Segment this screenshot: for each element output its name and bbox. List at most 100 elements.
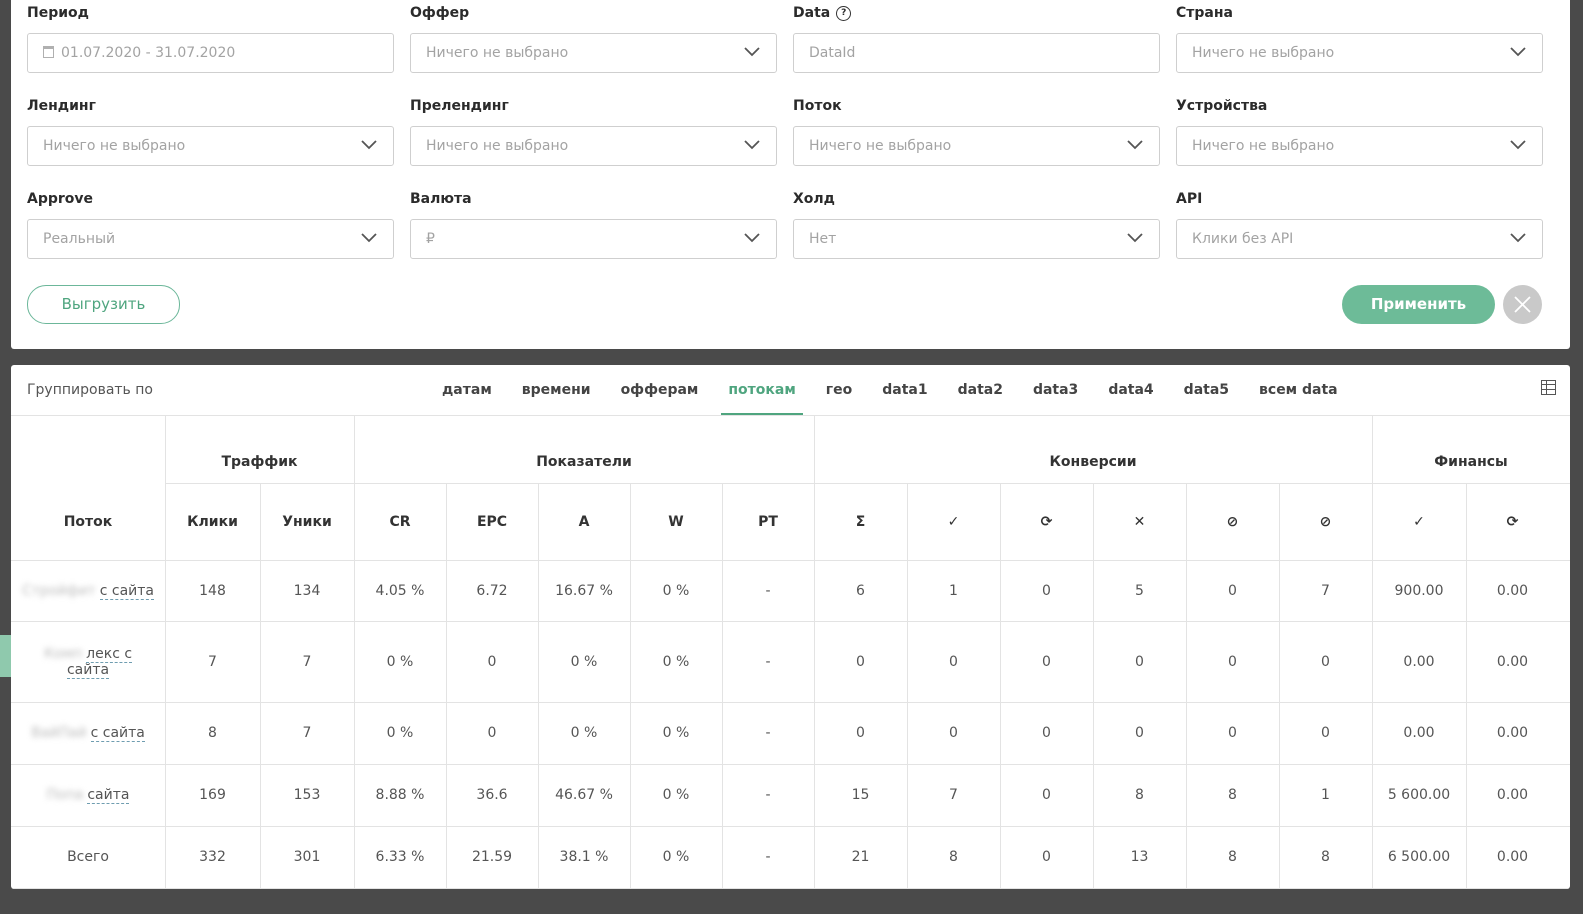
stream-name-redacted: Стройфит — [22, 582, 96, 599]
table-cell: 7 — [302, 725, 312, 741]
tab-5[interactable]: data1 — [875, 365, 934, 415]
prelanding-select[interactable]: Ничего не выбрано — [410, 126, 777, 166]
offer-select[interactable]: Ничего не выбрано — [410, 33, 777, 73]
group-by-label: Группировать по — [27, 382, 153, 398]
column-clicks[interactable]: Клики — [165, 483, 260, 560]
column-fin-hold-icon[interactable]: ⟳ — [1466, 483, 1559, 560]
table-cell: 7 — [949, 787, 958, 803]
table-settings-icon[interactable] — [1541, 380, 1556, 395]
data-input[interactable]: DataId — [793, 33, 1160, 73]
table-cell: 4.05 % — [375, 582, 425, 599]
table-cell: 900.00 — [1394, 582, 1444, 599]
table-cell: 0 — [1228, 653, 1237, 670]
stream-name-link[interactable]: сайта — [87, 787, 130, 804]
table-cell: - — [765, 582, 771, 599]
table-cell: 8 — [208, 725, 217, 741]
chevron-down-icon — [1127, 233, 1143, 243]
tab-4[interactable]: гео — [819, 365, 859, 415]
table-cell: 0 — [1135, 725, 1144, 741]
country-filter: Страна Ничего не выбрано — [1176, 3, 1543, 73]
total-cell: 8 — [1321, 849, 1330, 865]
stream-name-cell[interactable]: Стройфит с сайта — [21, 560, 155, 621]
total-cell: - — [765, 849, 771, 865]
column-a[interactable]: A — [538, 483, 630, 560]
tab-10[interactable]: всем data — [1252, 365, 1345, 415]
column-w[interactable]: W — [630, 483, 722, 560]
currency-label: Валюта — [410, 191, 472, 207]
table-cell: 1 — [949, 582, 958, 599]
stream-name-cell[interactable]: ВайПай с сайта — [21, 702, 155, 764]
tab-6[interactable]: data2 — [951, 365, 1010, 415]
chevron-down-icon — [1510, 47, 1526, 57]
column-pt[interactable]: PT — [722, 483, 814, 560]
table-cell: 0 % — [570, 653, 598, 670]
column-cr[interactable]: CR — [354, 483, 446, 560]
stream-name-cell[interactable]: Попа сайта — [21, 764, 155, 826]
table-cell: 0 — [1042, 725, 1051, 741]
column-stream[interactable]: Поток — [11, 483, 165, 560]
tab-7[interactable]: data3 — [1026, 365, 1085, 415]
table-cell: 0 — [1228, 582, 1237, 599]
table-cell: 36.6 — [476, 787, 508, 803]
offer-value: Ничего не выбрано — [426, 45, 569, 61]
table-cell: 0 % — [662, 725, 690, 741]
column-sum-icon[interactable]: Σ — [814, 483, 907, 560]
calendar-icon — [43, 46, 54, 58]
table-cell: 0.00 — [1403, 653, 1435, 670]
chevron-down-icon — [1127, 140, 1143, 150]
hold-select[interactable]: Нет — [793, 219, 1160, 259]
tab-2[interactable]: офферам — [614, 365, 706, 415]
table-cell: 0 — [1135, 653, 1144, 670]
table-cell: 0 — [1228, 725, 1237, 741]
approve-select[interactable]: Реальный — [27, 219, 394, 259]
hold-value: Нет — [809, 231, 837, 247]
stream-filter: Поток Ничего не выбрано — [793, 96, 1160, 166]
column-canceled-icon[interactable]: ⊘ — [1279, 483, 1372, 560]
stream-name-link[interactable]: с сайта — [99, 582, 154, 600]
side-tab[interactable] — [0, 635, 11, 677]
table-cell: 0 % — [386, 653, 414, 670]
help-icon[interactable]: ? — [836, 5, 852, 21]
table-cell: 0 — [1321, 653, 1330, 670]
landing-select[interactable]: Ничего не выбрано — [27, 126, 394, 166]
tab-3[interactable]: потокам — [721, 365, 804, 415]
tab-0[interactable]: датам — [435, 365, 499, 415]
column-trash-icon[interactable]: ⊘ — [1186, 483, 1279, 560]
stream-name: Попа сайта — [47, 787, 130, 804]
chevron-down-icon — [1510, 233, 1526, 243]
table-cell: 8 — [1135, 787, 1144, 803]
table-cell: 0 — [1321, 725, 1330, 741]
table-cell: 0 — [856, 725, 865, 741]
offer-label: Оффер — [410, 5, 470, 21]
country-select[interactable]: Ничего не выбрано — [1176, 33, 1543, 73]
column-fin-approved-icon[interactable]: ✓ — [1372, 483, 1466, 560]
tab-9[interactable]: data5 — [1177, 365, 1236, 415]
total-cell: 8 — [949, 849, 958, 865]
api-select[interactable]: Клики без API — [1176, 219, 1543, 259]
approve-label: Approve — [27, 191, 94, 207]
apply-button[interactable]: Применить — [1342, 285, 1495, 324]
column-hold-icon[interactable]: ⟳ — [1000, 483, 1093, 560]
stream-select[interactable]: Ничего не выбрано — [793, 126, 1160, 166]
currency-select[interactable]: ₽ — [410, 219, 777, 259]
devices-select[interactable]: Ничего не выбрано — [1176, 126, 1543, 166]
total-cell: 0 — [1042, 849, 1051, 865]
stream-name-link[interactable]: с сайта — [90, 725, 145, 742]
offer-filter: Оффер Ничего не выбрано — [410, 3, 777, 73]
period-input[interactable]: 01.07.2020 - 31.07.2020 — [27, 33, 394, 73]
table-cell: 0 — [1042, 653, 1051, 670]
export-button[interactable]: Выгрузить — [27, 285, 180, 324]
column-approved-icon[interactable]: ✓ — [907, 483, 1000, 560]
column-epc[interactable]: EPC — [446, 483, 538, 560]
table-cell: - — [765, 725, 771, 741]
tab-1[interactable]: времени — [515, 365, 598, 415]
stream-name-cell[interactable]: Комп лекс с сайта — [21, 621, 155, 702]
landing-value: Ничего не выбрано — [43, 138, 186, 154]
row-line — [11, 888, 1570, 889]
clear-filters-button[interactable] — [1503, 285, 1542, 324]
tab-8[interactable]: data4 — [1101, 365, 1160, 415]
table-cell: 8.88 % — [375, 787, 425, 803]
stream-label: Поток — [793, 98, 842, 114]
column-rejected-icon[interactable]: ✕ — [1093, 483, 1186, 560]
column-uniques[interactable]: Уники — [260, 483, 354, 560]
